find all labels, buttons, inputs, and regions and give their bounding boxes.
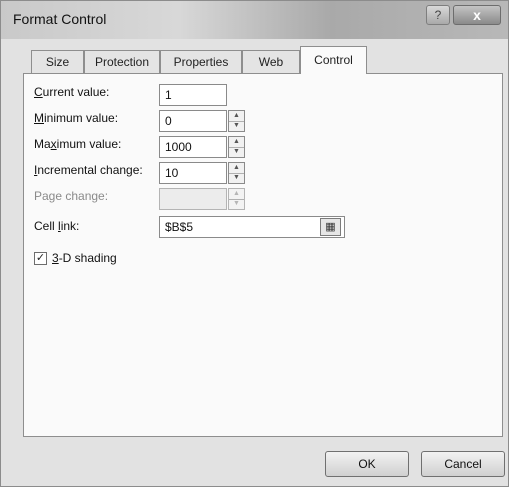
spin-down-icon[interactable]: ▼ bbox=[229, 121, 244, 131]
help-button[interactable]: ? bbox=[426, 5, 450, 25]
spin-down-icon: ▼ bbox=[233, 200, 240, 207]
3d-shading-checkbox[interactable]: ✓ bbox=[34, 252, 47, 265]
cell-link-label: Cell link: bbox=[34, 219, 80, 233]
cell-link-input[interactable]: $B$5 bbox=[159, 216, 345, 238]
tab-label: Web bbox=[258, 55, 284, 69]
current-value-input[interactable]: 1 bbox=[159, 84, 227, 106]
close-icon: x bbox=[473, 7, 481, 23]
tab-label: Size bbox=[45, 55, 70, 69]
maximum-value-spinner[interactable]: ▲ ▼ bbox=[228, 136, 245, 158]
dialog-title: Format Control bbox=[13, 11, 107, 27]
spin-down-icon[interactable]: ▼ bbox=[229, 173, 244, 183]
tab-protection[interactable]: Protection bbox=[84, 50, 160, 73]
page-change-spinner: ▲ ▼ bbox=[228, 188, 245, 210]
range-select-icon[interactable]: ▦ bbox=[320, 218, 341, 236]
title-bar[interactable]: Format Control ? x bbox=[1, 1, 508, 39]
minimum-value-input[interactable]: 0 bbox=[159, 110, 227, 132]
3d-shading-label: 3-D shading bbox=[52, 251, 117, 265]
tab-label: Properties bbox=[173, 55, 229, 69]
page-change-label: Page change: bbox=[34, 189, 109, 203]
incremental-change-input[interactable]: 10 bbox=[159, 162, 227, 184]
minimum-value-spinner[interactable]: ▲ ▼ bbox=[228, 110, 245, 132]
current-value-label: Current value: bbox=[34, 85, 110, 99]
maximum-value-input[interactable]: 1000 bbox=[159, 136, 227, 158]
format-control-dialog: Format Control ? x Size Protection Prope… bbox=[0, 0, 509, 487]
page-change-input bbox=[159, 188, 227, 210]
tab-label: Protection bbox=[94, 55, 150, 69]
ok-button[interactable]: OK bbox=[325, 451, 409, 477]
incremental-change-spinner[interactable]: ▲ ▼ bbox=[228, 162, 245, 184]
minimum-value-label: Minimum value: bbox=[34, 111, 119, 125]
help-icon: ? bbox=[434, 8, 442, 22]
tab-properties[interactable]: Properties bbox=[160, 50, 242, 73]
close-button[interactable]: x bbox=[453, 5, 501, 25]
spin-down-icon[interactable]: ▼ bbox=[229, 147, 244, 157]
tab-label: Control bbox=[314, 53, 353, 67]
cancel-button[interactable]: Cancel bbox=[421, 451, 505, 477]
tab-size[interactable]: Size bbox=[31, 50, 84, 73]
maximum-value-label: Maximum value: bbox=[34, 137, 122, 151]
tab-control[interactable]: Control bbox=[300, 46, 367, 74]
tab-web[interactable]: Web bbox=[242, 50, 300, 73]
incremental-change-label: Incremental change: bbox=[34, 163, 143, 177]
